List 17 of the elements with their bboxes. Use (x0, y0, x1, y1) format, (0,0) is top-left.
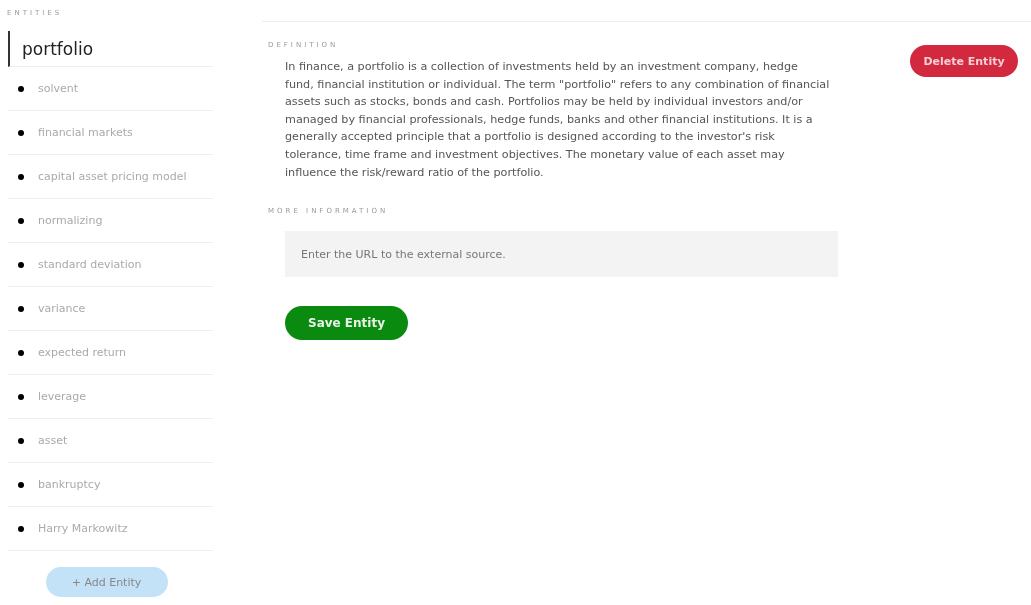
sidebar-item[interactable]: portfolio (8, 31, 213, 67)
save-entity-button[interactable]: Save Entity (285, 306, 408, 341)
sidebar-item[interactable]: leverage (8, 375, 213, 419)
definition-text: In finance, a portfolio is a collection of investments held by an investment company, hedge fund, financial institution or individual. The term "portfolio" refers to any combination of financial assets such as stocks, bonds and cash. Portfolios may be held by individual investors and/or managed by financial professionals, hedge funds, banks and other financial institutions. It is a generally accepted principle that a portfolio is designed according to the investor's risk tolerance, time frame and investment objectives. The monetary value of each asset may influence the risk/reward ratio of the portfolio. (285, 59, 830, 181)
sidebar-item[interactable]: bankruptcy (8, 463, 213, 507)
sidebar-item[interactable]: Harry Markowitz (8, 507, 213, 551)
add-entity-button[interactable]: + Add Entity (45, 567, 168, 597)
sidebar-item[interactable]: asset (8, 419, 213, 463)
sidebar-item[interactable]: capital asset pricing model (8, 155, 213, 199)
sidebar-item[interactable]: expected return (8, 331, 213, 375)
sidebar-item[interactable]: normalizing (8, 199, 213, 243)
sidebar-item[interactable]: solvent (8, 67, 213, 111)
sidebar-item[interactable]: financial markets (8, 111, 213, 155)
delete-entity-button[interactable]: Delete Entity (910, 45, 1018, 77)
sidebar-item[interactable]: variance (8, 287, 213, 331)
url-input-field[interactable]: Enter the URL to the external source. (285, 231, 838, 278)
sidebar-item[interactable]: standard deviation (8, 243, 213, 287)
